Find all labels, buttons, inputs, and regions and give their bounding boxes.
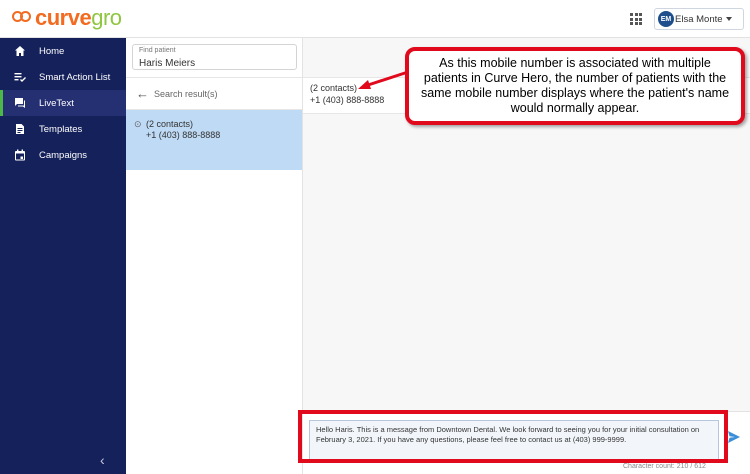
sidebar: Home Smart Action List LiveText Template… [0,38,126,474]
sidebar-item-campaigns[interactable]: Campaigns [0,142,126,168]
grid-icon[interactable] [630,13,642,25]
character-count: Character count: 210 / 612 [623,463,706,470]
search-results-label: Search result(s) [154,88,218,99]
callout-arrow-icon [358,70,409,89]
send-icon[interactable] [727,430,741,444]
home-icon [15,46,25,56]
calendar-icon [15,149,25,161]
conversation-contacts-count: (2 contacts) [310,83,358,93]
find-patient-label: Find patient [139,47,176,54]
sidebar-item-label: Campaigns [39,149,88,161]
find-patient-value: Haris Meiers [139,58,196,69]
conversation-phone: +1 (403) 888-8888 [310,95,385,105]
sidebar-item-label: LiveText [39,97,74,109]
back-arrow-icon[interactable]: ← [136,87,149,100]
collapse-sidebar-button[interactable]: ‹ [100,452,105,468]
logo-text-part1: curve [35,5,92,30]
result-phone: +1 (403) 888-8888 [146,130,221,140]
chat-icon [15,98,25,108]
sidebar-item-livetext[interactable]: LiveText [0,90,126,116]
logo-text: curvegro [35,7,122,29]
sidebar-item-label: Home [39,45,65,57]
sidebar-item-label: Templates [39,123,83,135]
logo-mark-icon [12,11,32,25]
sidebar-item-label: Smart Action List [39,71,111,83]
chevron-down-icon [725,17,732,21]
user-name: Elsa Monte [675,13,723,25]
search-results-header: ← Search result(s) [126,77,302,110]
sidebar-item-home[interactable]: Home [0,38,126,64]
annotation-callout: As this mobile number is associated with… [405,47,745,125]
user-menu-button[interactable]: EM Elsa Monte [654,8,744,30]
result-contacts-count: (2 contacts) [146,119,194,129]
patient-panel: Find patient Haris Meiers ← Search resul… [126,38,303,474]
logo-text-part2: gro [91,5,122,30]
avatar: EM [658,11,674,27]
message-highlight-box [298,410,728,463]
list-item[interactable]: ⊙ (2 contacts) +1 (403) 888-8888 [126,110,302,170]
find-patient-field[interactable]: Find patient Haris Meiers [132,44,297,70]
top-bar: curvegro EM Elsa Monte [0,0,750,38]
sidebar-item-smart-action-list[interactable]: Smart Action List [0,64,126,90]
annotation-callout-text: As this mobile number is associated with… [420,56,730,115]
checklist-icon [14,73,26,82]
curvegro-logo[interactable]: curvegro [12,7,122,29]
pin-icon: ⊙ [134,119,142,129]
sidebar-item-templates[interactable]: Templates [0,116,126,142]
document-icon [16,124,24,134]
